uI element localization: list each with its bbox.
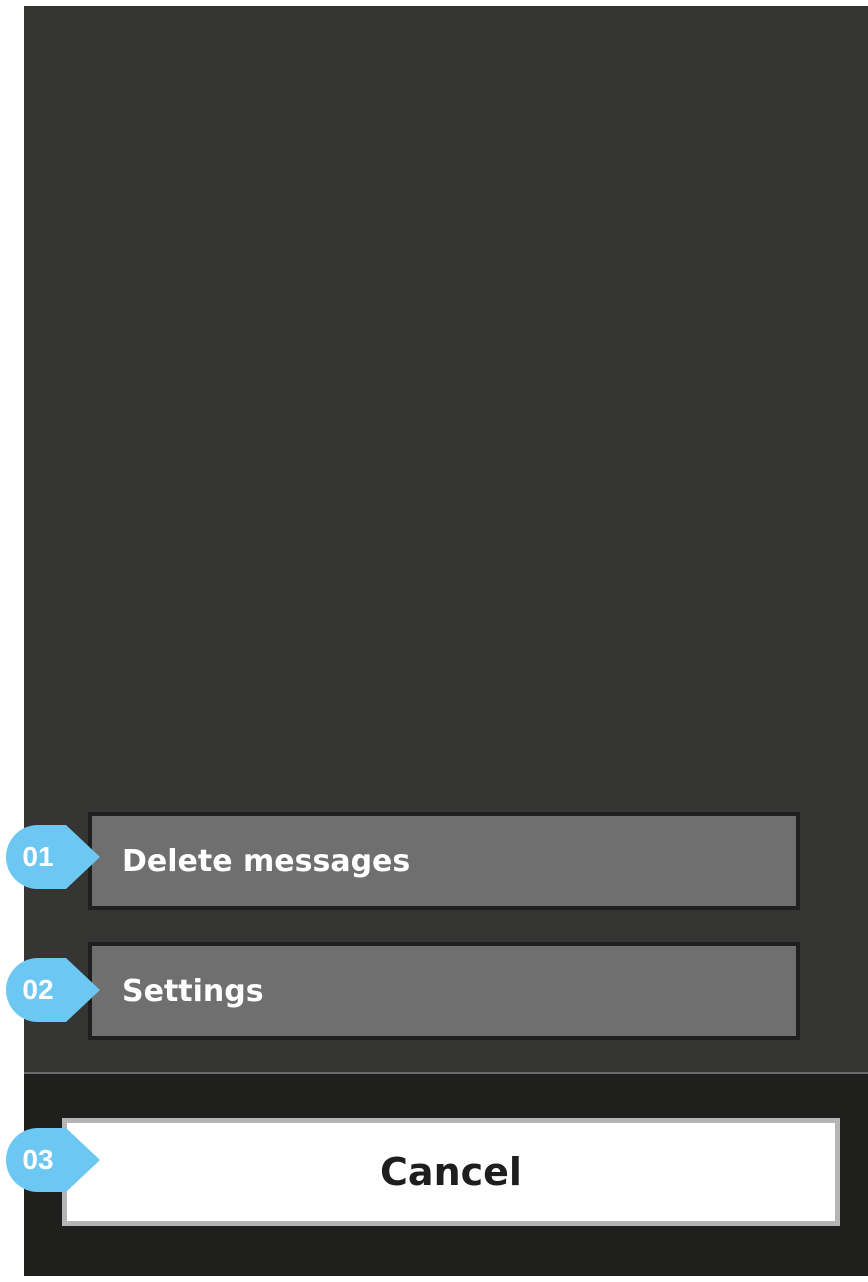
action-sheet-footer: Cancel (24, 1072, 868, 1276)
cancel-label: Cancel (380, 1150, 522, 1194)
action-sheet-screen: Delete messages Settings Cancel (24, 6, 868, 1276)
delete-messages-button[interactable]: Delete messages (88, 812, 800, 910)
settings-button[interactable]: Settings (88, 942, 800, 1040)
cancel-button[interactable]: Cancel (62, 1118, 840, 1226)
delete-messages-label: Delete messages (122, 843, 411, 879)
settings-label: Settings (122, 973, 264, 1009)
